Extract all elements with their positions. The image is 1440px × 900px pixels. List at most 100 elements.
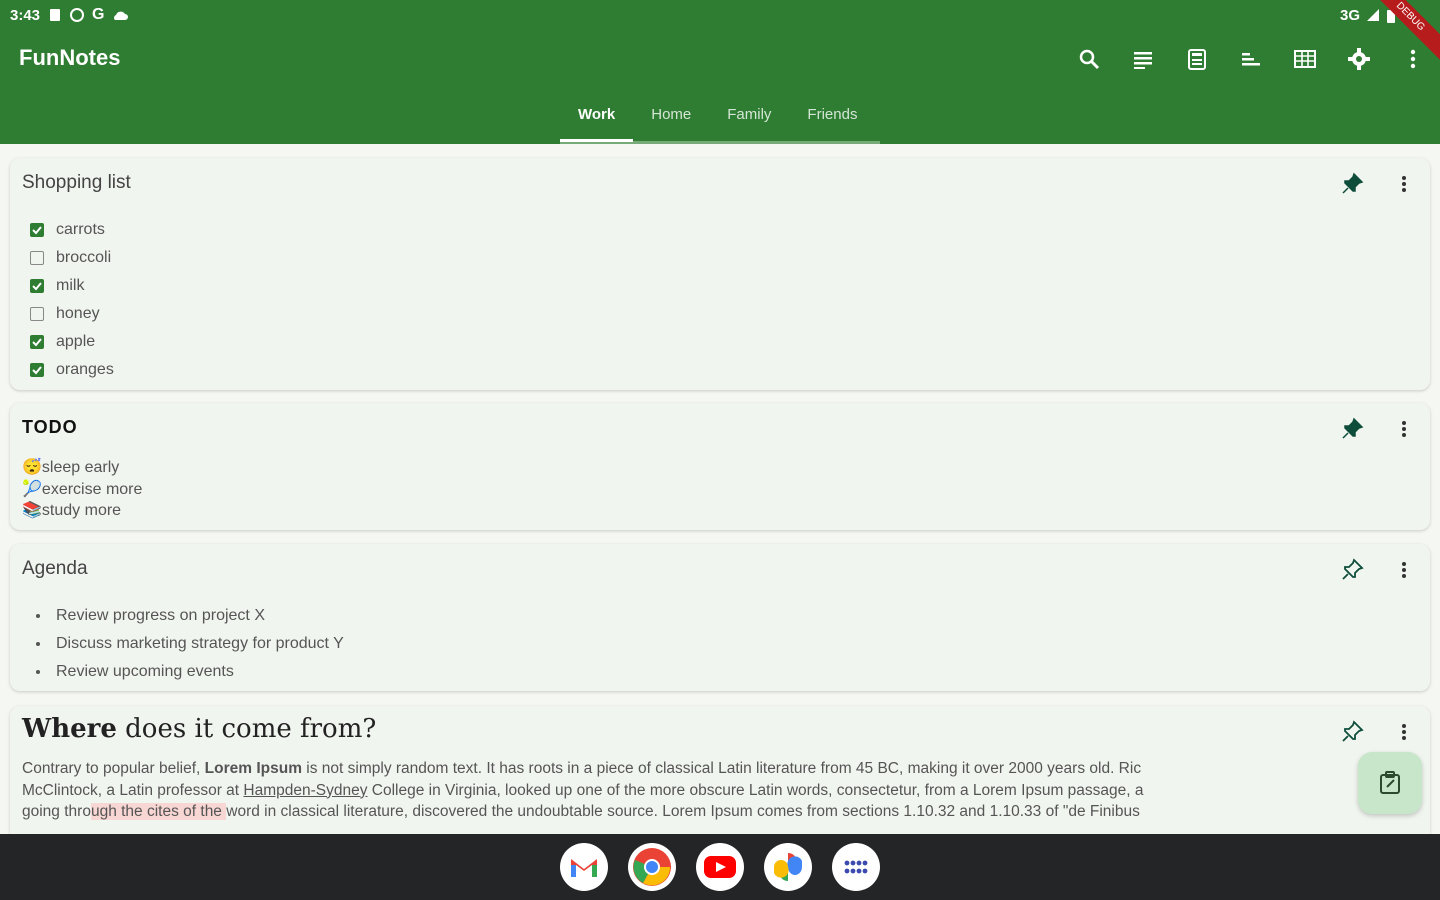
checkbox-checked[interactable]	[30, 279, 44, 293]
note-menu-button[interactable]	[1394, 172, 1414, 196]
paragraph-line: Contrary to popular belief, Lorem Ipsum …	[22, 758, 1368, 780]
settings-icon	[1348, 48, 1370, 70]
text-highlight: ugh the cites of the	[90, 803, 227, 820]
system-dock	[0, 834, 1440, 900]
note-title: Where does it come from?	[22, 714, 376, 744]
tab-bar: Work Home Family Friends	[560, 100, 875, 144]
text-run: is not simply random text. It has roots …	[301, 760, 1142, 777]
pin-button[interactable]	[1340, 172, 1364, 196]
sim-icon	[48, 8, 62, 22]
youtube-icon	[704, 856, 736, 878]
checklist-item: carrots	[30, 216, 114, 244]
status-time: 3:43	[10, 6, 41, 24]
note-card-lorem[interactable]: Where does it come from? Contrary to pop…	[10, 706, 1430, 834]
checkbox-unchecked[interactable]	[30, 251, 44, 265]
text-bold: Lorem Ipsum	[204, 760, 302, 777]
pin-button[interactable]	[1340, 417, 1364, 441]
text-run: College in Virginia, looked up one of th…	[367, 781, 1144, 799]
settings-button[interactable]	[1332, 44, 1386, 74]
bullet-list: Review progress on project X Discuss mar…	[36, 602, 344, 686]
more-options-button[interactable]	[1386, 44, 1440, 74]
tab-family[interactable]: Family	[709, 100, 789, 132]
youtube-app[interactable]	[696, 843, 744, 891]
text-run: word in classical literature, discovered…	[226, 803, 1140, 820]
note-card-agenda[interactable]: Agenda Review progress on project X Disc…	[10, 544, 1430, 691]
pin-button[interactable]	[1340, 558, 1364, 582]
search-button[interactable]	[1062, 44, 1116, 74]
bullet-icon	[36, 614, 40, 618]
checkbox-checked[interactable]	[30, 363, 44, 377]
todo-line: 😴sleep early	[22, 459, 120, 476]
gmail-icon	[571, 859, 597, 877]
app-title: FunNotes	[19, 45, 121, 70]
checklist-label: oranges	[56, 361, 114, 378]
list-item: Review progress on project X	[36, 602, 344, 630]
checklist-item: milk	[30, 272, 114, 300]
note-title-bold: Where	[22, 714, 117, 744]
checklist-label: milk	[56, 277, 85, 294]
tab-friends[interactable]: Friends	[789, 100, 875, 132]
paragraph-line: McClintock, a Latin professor at Hampden…	[22, 780, 1368, 802]
chrome-icon	[633, 848, 671, 886]
checklist-label: broccoli	[56, 249, 112, 266]
note-card-shopping[interactable]: Shopping list carrots broccoli milk hone…	[10, 158, 1430, 390]
google-icon: G	[92, 6, 105, 23]
pin-outline-icon	[1342, 720, 1364, 742]
paragraph-line: going through the cites of the word in c…	[22, 801, 1368, 823]
new-note-icon	[1380, 771, 1400, 794]
checkbox-checked[interactable]	[30, 223, 44, 237]
text-underlined: Hampden-Sydney	[243, 781, 368, 799]
pin-filled-icon	[1342, 417, 1364, 439]
checklist: carrots broccoli milk honey apple orange…	[30, 216, 114, 384]
bullet-icon	[36, 642, 40, 646]
signal-icon	[1366, 8, 1380, 22]
photos-app[interactable]	[764, 843, 812, 891]
note-menu-button[interactable]	[1394, 720, 1414, 744]
sort-icon	[1242, 53, 1260, 66]
app-drawer[interactable]	[832, 843, 880, 891]
note-title: Agenda	[22, 558, 88, 579]
note-body: Contrary to popular belief, Lorem Ipsum …	[22, 758, 1368, 826]
grid-view-button[interactable]	[1278, 44, 1332, 74]
tab-work[interactable]: Work	[560, 100, 634, 142]
new-note-fab[interactable]	[1358, 752, 1422, 814]
checklist-label: honey	[56, 305, 100, 322]
more-vert-icon	[1402, 724, 1406, 740]
cloud-icon	[112, 8, 129, 22]
list-item-text: Review upcoming events	[56, 663, 234, 680]
chrome-app[interactable]	[628, 843, 676, 891]
gmail-app[interactable]	[560, 843, 608, 891]
list-item: Review upcoming events	[36, 658, 344, 686]
more-vert-icon	[1410, 49, 1416, 69]
text-run: going thro	[22, 803, 91, 820]
note-menu-button[interactable]	[1394, 417, 1414, 441]
checklist-label: carrots	[56, 221, 105, 238]
checkbox-checked[interactable]	[30, 335, 44, 349]
checklist-label: apple	[56, 333, 96, 350]
sort-button[interactable]	[1224, 44, 1278, 74]
note-menu-button[interactable]	[1394, 558, 1414, 582]
pin-filled-icon	[1342, 172, 1364, 194]
todo-line: 🎾exercise more	[22, 480, 143, 498]
apps-icon	[844, 860, 868, 874]
note-title: TODO	[22, 417, 78, 437]
more-vert-icon	[1402, 421, 1406, 437]
checklist-item: broccoli	[30, 244, 114, 272]
note-card-todo[interactable]: TODO 😴sleep early 🎾exercise more 📚study …	[10, 403, 1430, 530]
checklist-item: honey	[30, 300, 114, 328]
checkbox-unchecked[interactable]	[30, 307, 44, 321]
app-bar: 3:43 G 3G DEBUG FunNotes Work Home Famil…	[0, 0, 1440, 144]
todo-body: 😴sleep early 🎾exercise more 📚study more	[22, 457, 142, 522]
list-view-button[interactable]	[1116, 44, 1170, 74]
more-vert-icon	[1402, 562, 1406, 578]
list-item-text: Review progress on project X	[56, 607, 265, 624]
checklist-item: oranges	[30, 356, 114, 384]
calculator-button[interactable]	[1170, 44, 1224, 74]
network-label: 3G	[1339, 6, 1360, 24]
tab-home[interactable]: Home	[633, 100, 709, 132]
vpn-icon	[70, 8, 85, 22]
more-vert-icon	[1402, 176, 1406, 192]
pin-button[interactable]	[1340, 720, 1364, 744]
text-run: Contrary to popular belief,	[22, 760, 205, 777]
text-run: McClintock, a Latin professor at	[22, 781, 244, 799]
